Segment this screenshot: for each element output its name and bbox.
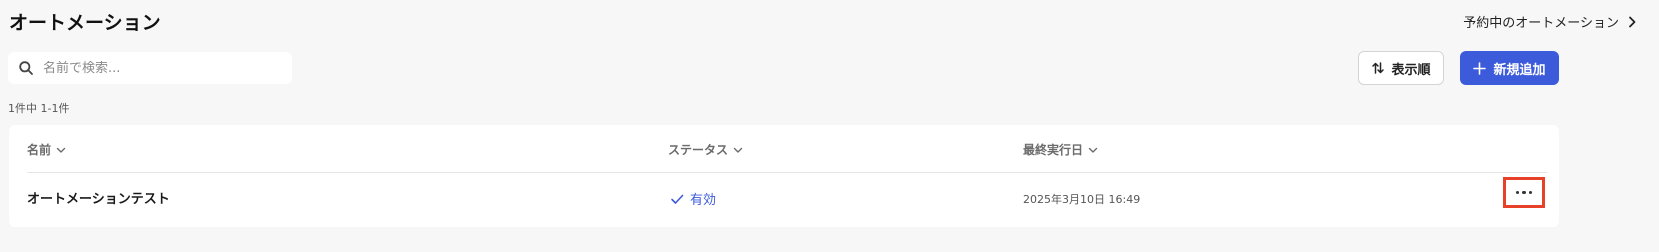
chevron-down-icon [56,147,66,153]
plus-icon [1473,61,1487,75]
add-new-button[interactable]: 新規追加 [1460,51,1559,85]
scheduled-automations-link-label: 予約中のオートメーション [1463,16,1619,31]
status-badge: 有効 [670,189,716,208]
row-more-button[interactable] [1503,177,1545,208]
check-icon [671,194,684,204]
search-box[interactable] [8,52,292,84]
column-header-status[interactable]: ステータス [668,141,744,158]
chevron-down-icon [733,147,743,153]
search-icon [19,61,33,75]
row-divider [27,172,1547,173]
sort-arrows-icon [1372,62,1385,74]
more-horizontal-icon [1515,190,1533,195]
last-run-date: 2025年3月10日 16:49 [1023,193,1141,206]
chevron-right-icon [1629,16,1636,27]
page-title: オートメーション [9,12,161,34]
column-header-name[interactable]: 名前 [27,141,67,158]
column-header-name-label: 名前 [27,143,52,157]
column-header-status-label: ステータス [668,143,729,157]
result-count: 1件中 1-1件 [8,102,70,115]
column-header-last-run-label: 最終実行日 [1023,143,1084,157]
automation-table: 名前 ステータス 最終実行日 オートメーションテスト 有効 2025年3月10日… [9,125,1559,227]
search-input[interactable] [43,60,263,76]
sort-order-button[interactable]: 表示順 [1358,51,1444,85]
status-label: 有効 [690,193,717,208]
scheduled-automations-link[interactable]: 予約中のオートメーション [1463,12,1639,31]
automation-name[interactable]: オートメーションテスト [27,188,170,207]
chevron-down-icon [1088,147,1098,153]
sort-order-button-label: 表示順 [1391,62,1431,78]
add-new-button-label: 新規追加 [1493,62,1546,78]
column-header-last-run[interactable]: 最終実行日 [1023,141,1099,158]
